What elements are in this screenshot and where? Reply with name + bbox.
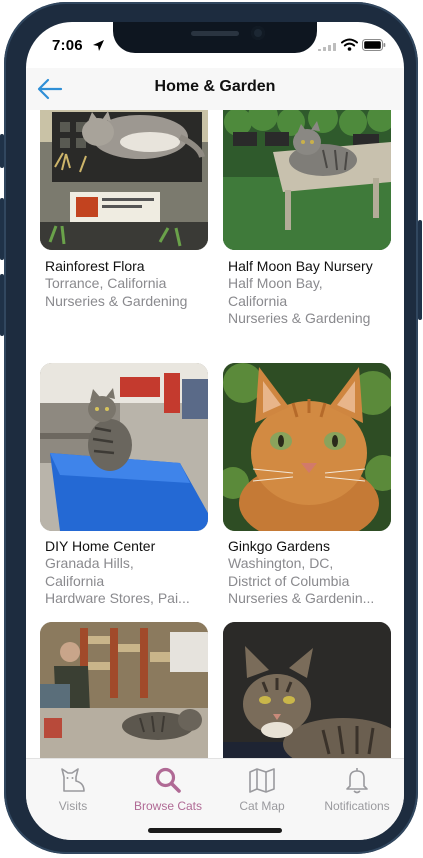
place-grid: Rainforest Flora Torrance, California Nu… — [26, 110, 404, 758]
location-arrow-icon — [93, 40, 104, 51]
cat-photo[interactable] — [40, 110, 208, 250]
place-category: Nurseries & Gardening — [228, 310, 371, 326]
status-time: 7:06 — [52, 37, 83, 54]
search-icon — [155, 767, 181, 793]
place-name: DIY Home Center — [45, 538, 156, 554]
front-camera — [251, 26, 265, 40]
volume-down-button — [0, 274, 4, 336]
earpiece — [191, 31, 239, 36]
phone-frame: 7:06 Home & Garden Rainforest Flora Torr… — [0, 2, 422, 854]
volume-up-button — [0, 198, 4, 260]
tab-visits[interactable]: Visits — [26, 761, 120, 817]
cat-photo[interactable] — [223, 622, 391, 758]
wifi-icon — [341, 38, 358, 51]
tab-label: Notifications — [324, 799, 390, 813]
map-icon — [249, 768, 275, 793]
cat-photo[interactable] — [223, 363, 391, 531]
tab-cat-map[interactable]: Cat Map — [215, 761, 309, 817]
tab-label: Cat Map — [239, 799, 285, 813]
screen: 7:06 Home & Garden Rainforest Flora Torr… — [26, 22, 404, 840]
home-indicator[interactable] — [148, 828, 282, 833]
navigation-bar: Home & Garden — [26, 68, 404, 110]
notch — [113, 22, 317, 53]
cat-icon — [61, 768, 85, 792]
place-location: Torrance, California — [45, 275, 167, 291]
tab-label: Visits — [58, 799, 88, 813]
mute-switch — [0, 134, 4, 168]
place-name: Ginkgo Gardens — [228, 538, 330, 554]
power-button — [418, 220, 422, 320]
place-name: Half Moon Bay Nursery — [228, 258, 373, 274]
cat-photo[interactable] — [40, 363, 208, 531]
place-name: Rainforest Flora — [45, 258, 145, 274]
tab-browse-cats[interactable]: Browse Cats — [121, 761, 215, 817]
place-location: Half Moon Bay, California — [228, 275, 323, 309]
cellular-signal-icon — [318, 43, 336, 51]
tab-notifications[interactable]: Notifications — [310, 761, 404, 817]
page-title: Home & Garden — [154, 78, 276, 95]
place-location: Granada Hills, California — [45, 555, 134, 589]
cat-photo[interactable] — [40, 622, 208, 758]
tab-label: Browse Cats — [133, 799, 203, 813]
place-location: Washington, DC, District of Columbia — [228, 555, 350, 589]
place-category: Nurseries & Gardenin... — [228, 590, 375, 606]
battery-icon — [362, 39, 386, 51]
place-category: Nurseries & Gardening — [45, 293, 188, 309]
bell-icon — [346, 768, 368, 794]
place-category: Hardware Stores, Pai... — [45, 590, 190, 606]
cat-photo[interactable] — [223, 110, 391, 250]
